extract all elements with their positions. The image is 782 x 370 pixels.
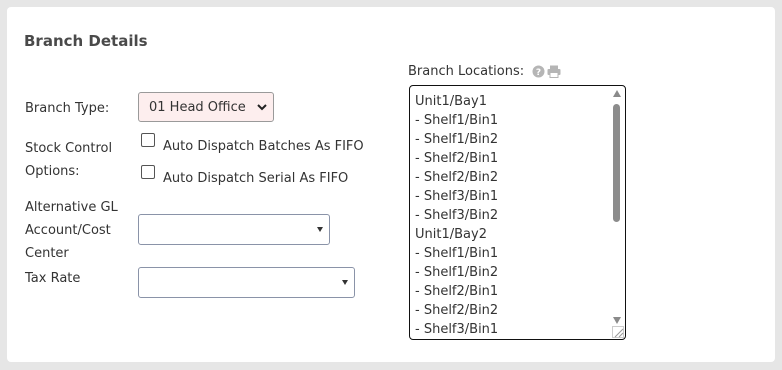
list-scrollbar[interactable]	[611, 88, 623, 324]
branch-locations-label: Branch Locations:	[408, 64, 525, 79]
tax-rate-label: Tax Rate	[25, 271, 81, 286]
fifo-serial-label: Auto Dispatch Serial As FIFO	[163, 171, 349, 186]
branch-details-panel	[7, 7, 775, 362]
branch-locations-header: Branch Locations: ?	[408, 64, 561, 79]
scrollbar-thumb[interactable]	[613, 104, 620, 222]
branch-type-label: Branch Type:	[25, 101, 110, 116]
list-item[interactable]: - Shelf2/Bin2	[415, 301, 625, 320]
list-item[interactable]: - Shelf2/Bin1	[415, 149, 625, 168]
help-icon[interactable]: ?	[532, 65, 545, 78]
tax-rate-select[interactable]	[138, 267, 355, 298]
fifo-batches-checkbox[interactable]	[141, 133, 155, 147]
alt-gl-label-3: Center	[25, 246, 69, 261]
fifo-serial-checkbox[interactable]	[141, 165, 155, 179]
scroll-down-icon[interactable]	[613, 317, 621, 324]
list-item[interactable]: - Shelf3/Bin1	[415, 187, 625, 206]
list-item[interactable]: Unit1/Bay1	[415, 92, 625, 111]
caret-down-icon	[342, 280, 348, 285]
svg-text:?: ?	[536, 68, 541, 78]
alt-gl-label-2: Account/Cost	[25, 223, 111, 238]
caret-down-icon	[317, 227, 323, 232]
list-item[interactable]: - Shelf1/Bin1	[415, 111, 625, 130]
print-icon[interactable]	[547, 65, 561, 78]
scroll-up-icon[interactable]	[613, 90, 621, 97]
fifo-batches-label: Auto Dispatch Batches As FIFO	[163, 139, 364, 154]
fifo-serial-option[interactable]: Auto Dispatch Serial As FIFO	[141, 165, 349, 186]
branch-locations-list[interactable]: Unit1/Bay1 - Shelf1/Bin1 - Shelf1/Bin2 -…	[409, 85, 626, 340]
alt-gl-label-1: Alternative GL	[25, 200, 118, 215]
branch-type-value: 01 Head Office	[149, 99, 246, 115]
list-item[interactable]: - Shelf3/Bin1	[415, 320, 625, 339]
alt-gl-select[interactable]	[138, 214, 330, 245]
list-item[interactable]: - Shelf1/Bin2	[415, 130, 625, 149]
chevron-down-icon	[257, 104, 267, 111]
stock-control-label-2: Options:	[25, 164, 80, 179]
section-title: Branch Details	[24, 32, 148, 50]
branch-type-select[interactable]: 01 Head Office	[138, 92, 274, 122]
list-item[interactable]: - Shelf1/Bin1	[415, 244, 625, 263]
fifo-batches-option[interactable]: Auto Dispatch Batches As FIFO	[141, 133, 364, 154]
list-item[interactable]: - Shelf3/Bin2	[415, 206, 625, 225]
list-item[interactable]: - Shelf2/Bin2	[415, 168, 625, 187]
stock-control-label-1: Stock Control	[25, 141, 113, 156]
resize-handle-icon[interactable]	[612, 326, 624, 338]
list-item[interactable]: - Shelf1/Bin2	[415, 263, 625, 282]
list-item[interactable]: - Shelf2/Bin1	[415, 282, 625, 301]
list-item[interactable]: Unit1/Bay2	[415, 225, 625, 244]
